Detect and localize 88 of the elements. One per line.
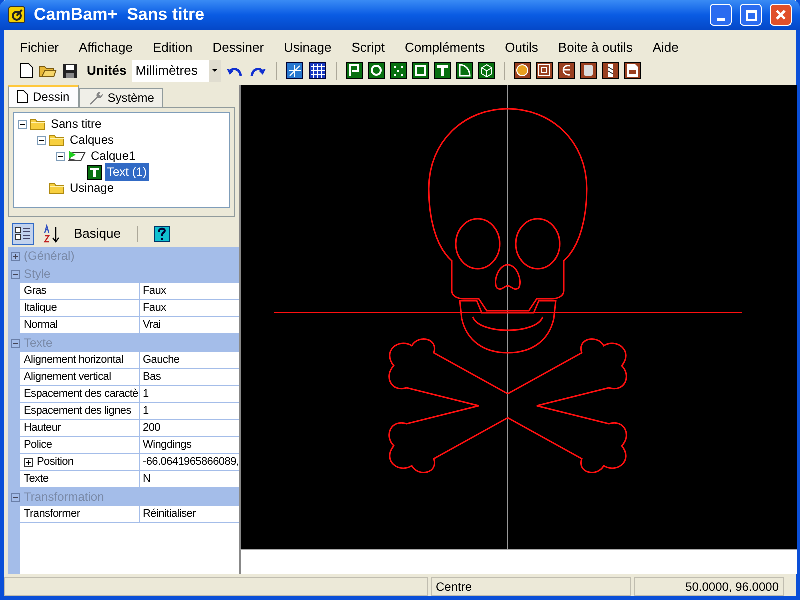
profile-icon[interactable]: [514, 62, 531, 79]
menu-item[interactable]: Outils: [497, 38, 546, 58]
cylinder-icon[interactable]: [580, 62, 597, 79]
close-icon: [775, 9, 787, 21]
property-name: Police: [24, 438, 52, 453]
units-dropdown[interactable]: Millimètres: [132, 60, 221, 82]
property-value[interactable]: Bas: [140, 369, 162, 385]
folder-icon: [30, 117, 46, 131]
category-label: (Général): [24, 248, 75, 265]
text-tool-icon[interactable]: [434, 62, 451, 79]
menu-item[interactable]: Affichage: [71, 38, 141, 58]
property-name: Espacement des caractè: [24, 386, 138, 402]
minimize-button[interactable]: [710, 4, 732, 26]
rectangle-icon[interactable]: [412, 62, 429, 79]
circle-icon[interactable]: [368, 62, 385, 79]
coordinates-status: 50.0000, 96.0000: [634, 576, 784, 596]
collapse-icon[interactable]: [56, 152, 65, 160]
property-name: Transformer: [24, 506, 80, 522]
property-name: Alignement horizontal: [24, 352, 124, 368]
property-value[interactable]: Gauche: [140, 352, 180, 368]
cube-icon[interactable]: [478, 62, 495, 79]
maximize-button[interactable]: [740, 4, 762, 26]
tree-item[interactable]: Sans titre: [49, 115, 104, 133]
menu-item[interactable]: Dessiner: [204, 38, 272, 58]
help-icon[interactable]: [154, 226, 170, 242]
category-label: Texte: [24, 335, 53, 352]
tab[interactable]: Système: [78, 88, 164, 107]
tab[interactable]: Dessin: [8, 85, 79, 107]
tree-item[interactable]: Calque1: [89, 147, 138, 165]
close-button[interactable]: [770, 4, 792, 26]
new-file-icon[interactable]: [20, 62, 34, 78]
property-value[interactable]: Faux: [140, 283, 166, 299]
text-object-icon: [87, 164, 102, 180]
property-value[interactable]: 1: [140, 403, 149, 419]
property-value[interactable]: Faux: [140, 300, 166, 316]
property-value[interactable]: Wingdings: [140, 437, 192, 453]
units-label: Unités: [87, 62, 127, 80]
sort-alphabetical-icon[interactable]: [42, 224, 62, 244]
property-value[interactable]: -66.0641965866089,: [140, 454, 240, 470]
menu-item[interactable]: Usinage: [276, 38, 340, 58]
menu-item[interactable]: Script: [344, 38, 393, 58]
category-label: Transformation: [24, 489, 104, 506]
snap-icon[interactable]: [286, 62, 304, 80]
property-name: Position: [37, 454, 74, 470]
polyline-icon[interactable]: [346, 62, 363, 79]
status-pane: Centre: [431, 576, 631, 596]
property-name: Texte: [24, 472, 49, 487]
property-value[interactable]: N: [140, 471, 151, 487]
save-icon[interactable]: [62, 62, 78, 78]
menu-item[interactable]: Fichier: [12, 38, 68, 58]
app-logo-icon: [8, 6, 26, 24]
menu-item[interactable]: Aide: [644, 38, 687, 58]
tree-item[interactable]: Text (1): [105, 163, 150, 181]
dropdown-arrow-icon: [212, 69, 218, 72]
tree-item[interactable]: Calques: [68, 131, 116, 149]
property-name: Espacement des lignes: [24, 404, 132, 419]
property-name: Italique: [24, 300, 58, 316]
folder-icon: [49, 133, 65, 147]
property-name: Gras: [24, 284, 47, 299]
property-value[interactable]: 200: [140, 420, 160, 436]
folder-icon: [49, 181, 65, 195]
categorized-view-icon[interactable]: [12, 223, 34, 245]
pocket-icon[interactable]: [536, 62, 553, 79]
engrave-icon[interactable]: [558, 62, 575, 79]
property-name: Hauteur: [24, 420, 62, 436]
expand-icon[interactable]: [24, 458, 33, 466]
property-name: Normal: [24, 318, 58, 333]
tree-item[interactable]: Usinage: [68, 179, 116, 197]
view-mode-label[interactable]: Basique: [74, 224, 121, 244]
arc-icon[interactable]: [456, 62, 473, 79]
menu-item[interactable]: Edition: [144, 38, 201, 58]
property-name: Alignement vertical: [24, 370, 112, 385]
property-value[interactable]: Réinitialiser: [140, 506, 196, 522]
property-value[interactable]: 1: [140, 386, 149, 402]
points-icon[interactable]: [390, 62, 407, 79]
page-icon: [17, 90, 29, 104]
window-title: CamBam+ Sans titre: [34, 4, 206, 26]
wrench-icon: [88, 91, 104, 105]
collapse-icon[interactable]: [18, 120, 27, 128]
gcode-icon[interactable]: [624, 62, 641, 79]
menu-item[interactable]: Boite à outils: [550, 38, 641, 58]
property-value[interactable]: Vrai: [140, 317, 161, 333]
menu-item[interactable]: Compléments: [396, 38, 494, 58]
grid-icon[interactable]: [308, 62, 327, 80]
drill-icon[interactable]: [602, 62, 619, 79]
layer-icon: [68, 149, 86, 163]
category-label: Style: [24, 266, 51, 283]
collapse-icon[interactable]: [37, 136, 46, 144]
